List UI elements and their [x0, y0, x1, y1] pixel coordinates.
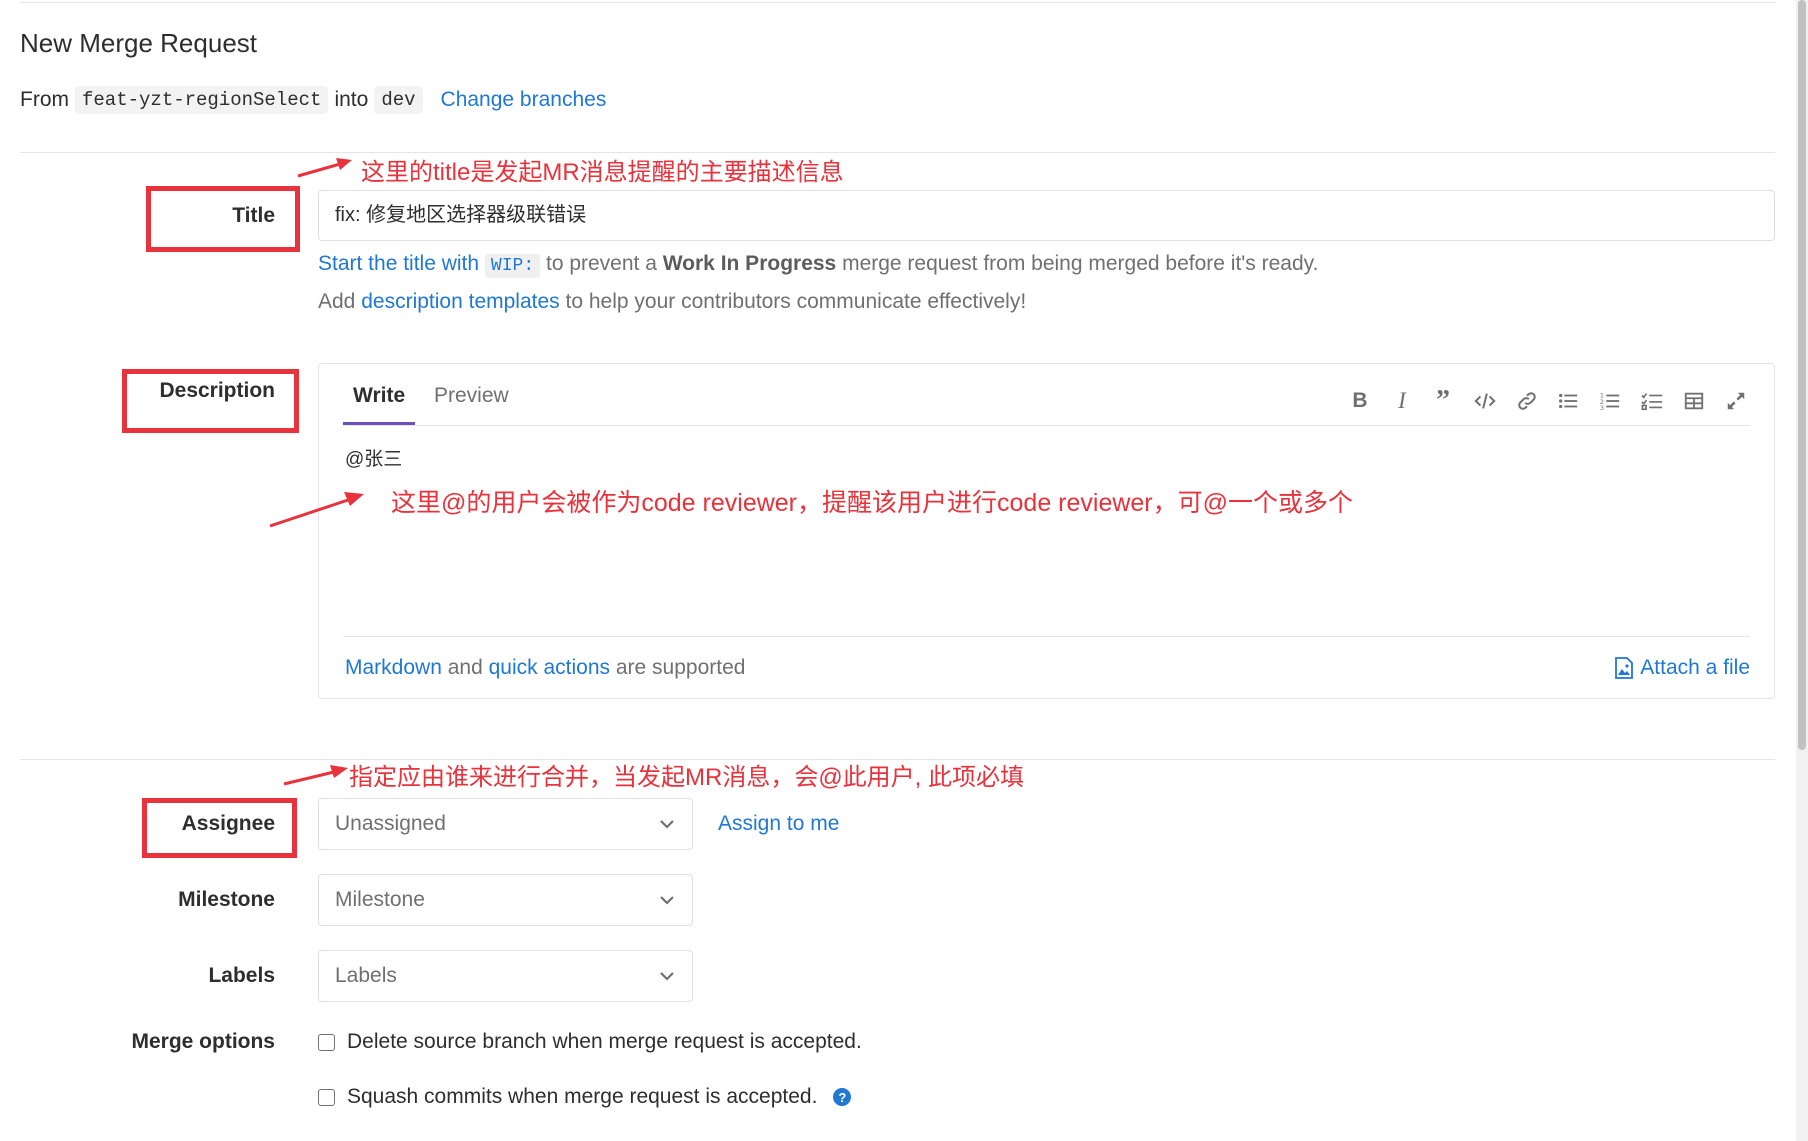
- wip-hint-middle: to prevent a: [545, 252, 657, 275]
- squash-checkbox[interactable]: [318, 1088, 335, 1106]
- description-annotation: 这里@的用户会被作为code reviewer，提醒该用户进行code revi…: [391, 489, 1354, 517]
- link-icon[interactable]: [1514, 388, 1540, 414]
- top-divider: [20, 2, 1775, 3]
- assignee-label: Assignee: [181, 812, 275, 835]
- quote-icon[interactable]: ”: [1430, 385, 1456, 416]
- image-file-icon: [1615, 657, 1634, 679]
- assignee-dropdown[interactable]: Unassigned: [318, 798, 693, 850]
- description-templates-link[interactable]: description templates: [361, 290, 559, 313]
- chevron-down-icon: [660, 896, 674, 905]
- templates-hint: Add description templates to help your c…: [318, 290, 1026, 314]
- milestone-dropdown[interactable]: Milestone: [318, 874, 693, 926]
- tab-preview[interactable]: Preview: [434, 384, 509, 422]
- attach-file-button[interactable]: Attach a file: [1614, 656, 1750, 680]
- milestone-label: Milestone: [178, 888, 275, 911]
- title-input[interactable]: fix: 修复地区选择器级联错误: [318, 190, 1775, 241]
- header-divider: [20, 152, 1775, 153]
- labels-dropdown[interactable]: Labels: [318, 950, 693, 1002]
- fullscreen-icon[interactable]: [1723, 388, 1749, 414]
- task-list-icon[interactable]: [1639, 388, 1665, 414]
- labels-label: Labels: [208, 964, 275, 987]
- bullet-list-icon[interactable]: [1555, 388, 1581, 414]
- description-annotation-arrow: [269, 492, 364, 528]
- editor-footer: Markdown and quick actions are supported: [345, 656, 745, 680]
- title-annotation: 这里的title是发起MR消息提醒的主要描述信息: [361, 159, 844, 186]
- templates-suffix: to help your contributors communicate ef…: [565, 290, 1027, 313]
- chevron-down-icon: [660, 972, 674, 981]
- assignee-annotation-arrow: [283, 765, 348, 786]
- wip-hint-bold: Work In Progress: [662, 252, 837, 275]
- help-icon[interactable]: ?: [833, 1088, 852, 1106]
- target-branch: dev: [374, 86, 423, 114]
- squash-option: Squash commits when merge request is acc…: [318, 1085, 852, 1109]
- description-editor: Write Preview B I ” 123 @张三 Markdown and…: [318, 363, 1775, 699]
- code-icon[interactable]: [1472, 388, 1498, 414]
- wip-hint: Start the title with WIP: to prevent a W…: [318, 252, 1319, 278]
- milestone-value: Milestone: [335, 888, 425, 911]
- assignee-value: Unassigned: [335, 812, 446, 835]
- editor-tabs-divider: [343, 425, 1750, 426]
- wip-code: WIP:: [484, 254, 541, 278]
- labels-value: Labels: [335, 964, 397, 987]
- source-branch: feat-yzt-regionSelect: [75, 86, 329, 114]
- delete-branch-checkbox[interactable]: [318, 1033, 335, 1051]
- assignee-annotation: 指定应由谁来进行合并，当发起MR消息，会@此用户, 此项必填: [349, 764, 1025, 791]
- delete-branch-label: Delete source branch when merge request …: [347, 1030, 862, 1053]
- title-label: Title: [232, 204, 275, 227]
- tab-write[interactable]: Write: [343, 384, 416, 425]
- bold-icon[interactable]: B: [1347, 388, 1373, 414]
- assign-to-me-link[interactable]: Assign to me: [718, 812, 839, 836]
- markdown-link[interactable]: Markdown: [345, 656, 442, 679]
- editor-footer-divider: [343, 636, 1750, 637]
- chevron-down-icon: [660, 820, 674, 829]
- templates-prefix: Add: [318, 290, 356, 313]
- attach-file-label: Attach a file: [1640, 656, 1750, 679]
- wip-hint-link[interactable]: Start the title with: [318, 252, 479, 275]
- italic-icon[interactable]: I: [1389, 388, 1415, 414]
- page-title: New Merge Request: [20, 28, 257, 58]
- footer-suffix: are supported: [615, 656, 746, 679]
- change-branches-link[interactable]: Change branches: [441, 88, 607, 112]
- description-textarea[interactable]: @张三: [345, 444, 402, 471]
- merge-options-label: Merge options: [131, 1030, 275, 1053]
- delete-branch-option: Delete source branch when merge request …: [318, 1030, 862, 1054]
- title-annotation-arrow: [297, 158, 352, 178]
- numbered-list-icon[interactable]: 123: [1597, 388, 1623, 414]
- description-label: Description: [159, 379, 275, 402]
- footer-and: and: [447, 656, 483, 679]
- squash-label: Squash commits when merge request is acc…: [347, 1085, 818, 1108]
- branch-row: From feat-yzt-regionSelect into dev Chan…: [20, 86, 606, 114]
- svg-text:3: 3: [1600, 404, 1604, 412]
- from-label: From: [20, 88, 69, 111]
- into-label: into: [334, 88, 369, 111]
- table-icon[interactable]: [1681, 388, 1707, 414]
- wip-hint-suffix: merge request from being merged before i…: [842, 252, 1319, 275]
- quick-actions-link[interactable]: quick actions: [489, 656, 610, 679]
- scrollbar-thumb[interactable]: [1798, 0, 1806, 750]
